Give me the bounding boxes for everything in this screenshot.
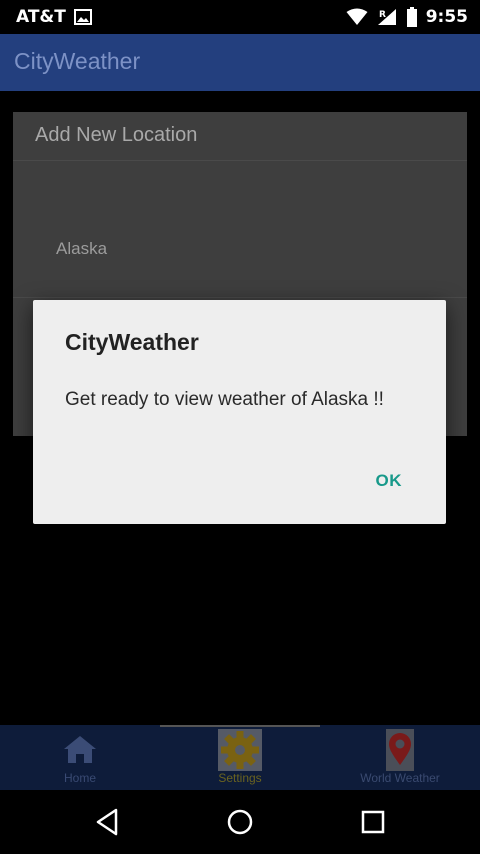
wifi-icon xyxy=(346,8,368,25)
status-right: R 9:55 xyxy=(346,7,468,27)
tab-home-label: Home xyxy=(63,771,96,785)
home-icon xyxy=(64,736,96,763)
location-list-item[interactable]: Alaska xyxy=(56,239,107,259)
cell-signal-icon: R xyxy=(377,9,396,25)
status-left: AT&T xyxy=(16,7,92,27)
map-pin-icon xyxy=(386,729,414,771)
back-icon[interactable] xyxy=(92,806,124,838)
gear-icon xyxy=(218,729,262,771)
alert-message: Get ready to view weather of Alaska !! xyxy=(65,389,384,410)
tab-settings[interactable]: Settings xyxy=(160,725,320,790)
clock: 9:55 xyxy=(425,7,468,27)
home-circle-icon[interactable] xyxy=(224,806,256,838)
ok-button[interactable]: OK xyxy=(376,471,403,491)
tab-world-weather-label: World Weather xyxy=(360,771,440,785)
system-nav-bar xyxy=(0,790,480,854)
alert-dialog: CityWeather Get ready to view weather of… xyxy=(33,300,446,524)
alert-title: CityWeather xyxy=(65,329,199,355)
add-location-title: Add New Location xyxy=(35,124,198,146)
image-notification-icon xyxy=(73,9,92,25)
tab-home[interactable]: Home xyxy=(0,725,160,790)
status-bar: AT&T R 9:55 xyxy=(0,0,480,34)
app-title: CityWeather xyxy=(14,48,141,74)
battery-icon xyxy=(406,7,417,27)
app-bar: CityWeather xyxy=(0,34,480,91)
divider xyxy=(13,160,467,161)
recents-icon[interactable] xyxy=(357,806,389,838)
divider xyxy=(13,297,467,298)
carrier-label: AT&T xyxy=(16,7,66,27)
tab-world-weather[interactable]: World Weather xyxy=(320,725,480,790)
tab-settings-label: Settings xyxy=(218,771,262,785)
bottom-tab-bar: Home Settings World Weather xyxy=(0,725,480,790)
svg-text:R: R xyxy=(379,10,386,20)
